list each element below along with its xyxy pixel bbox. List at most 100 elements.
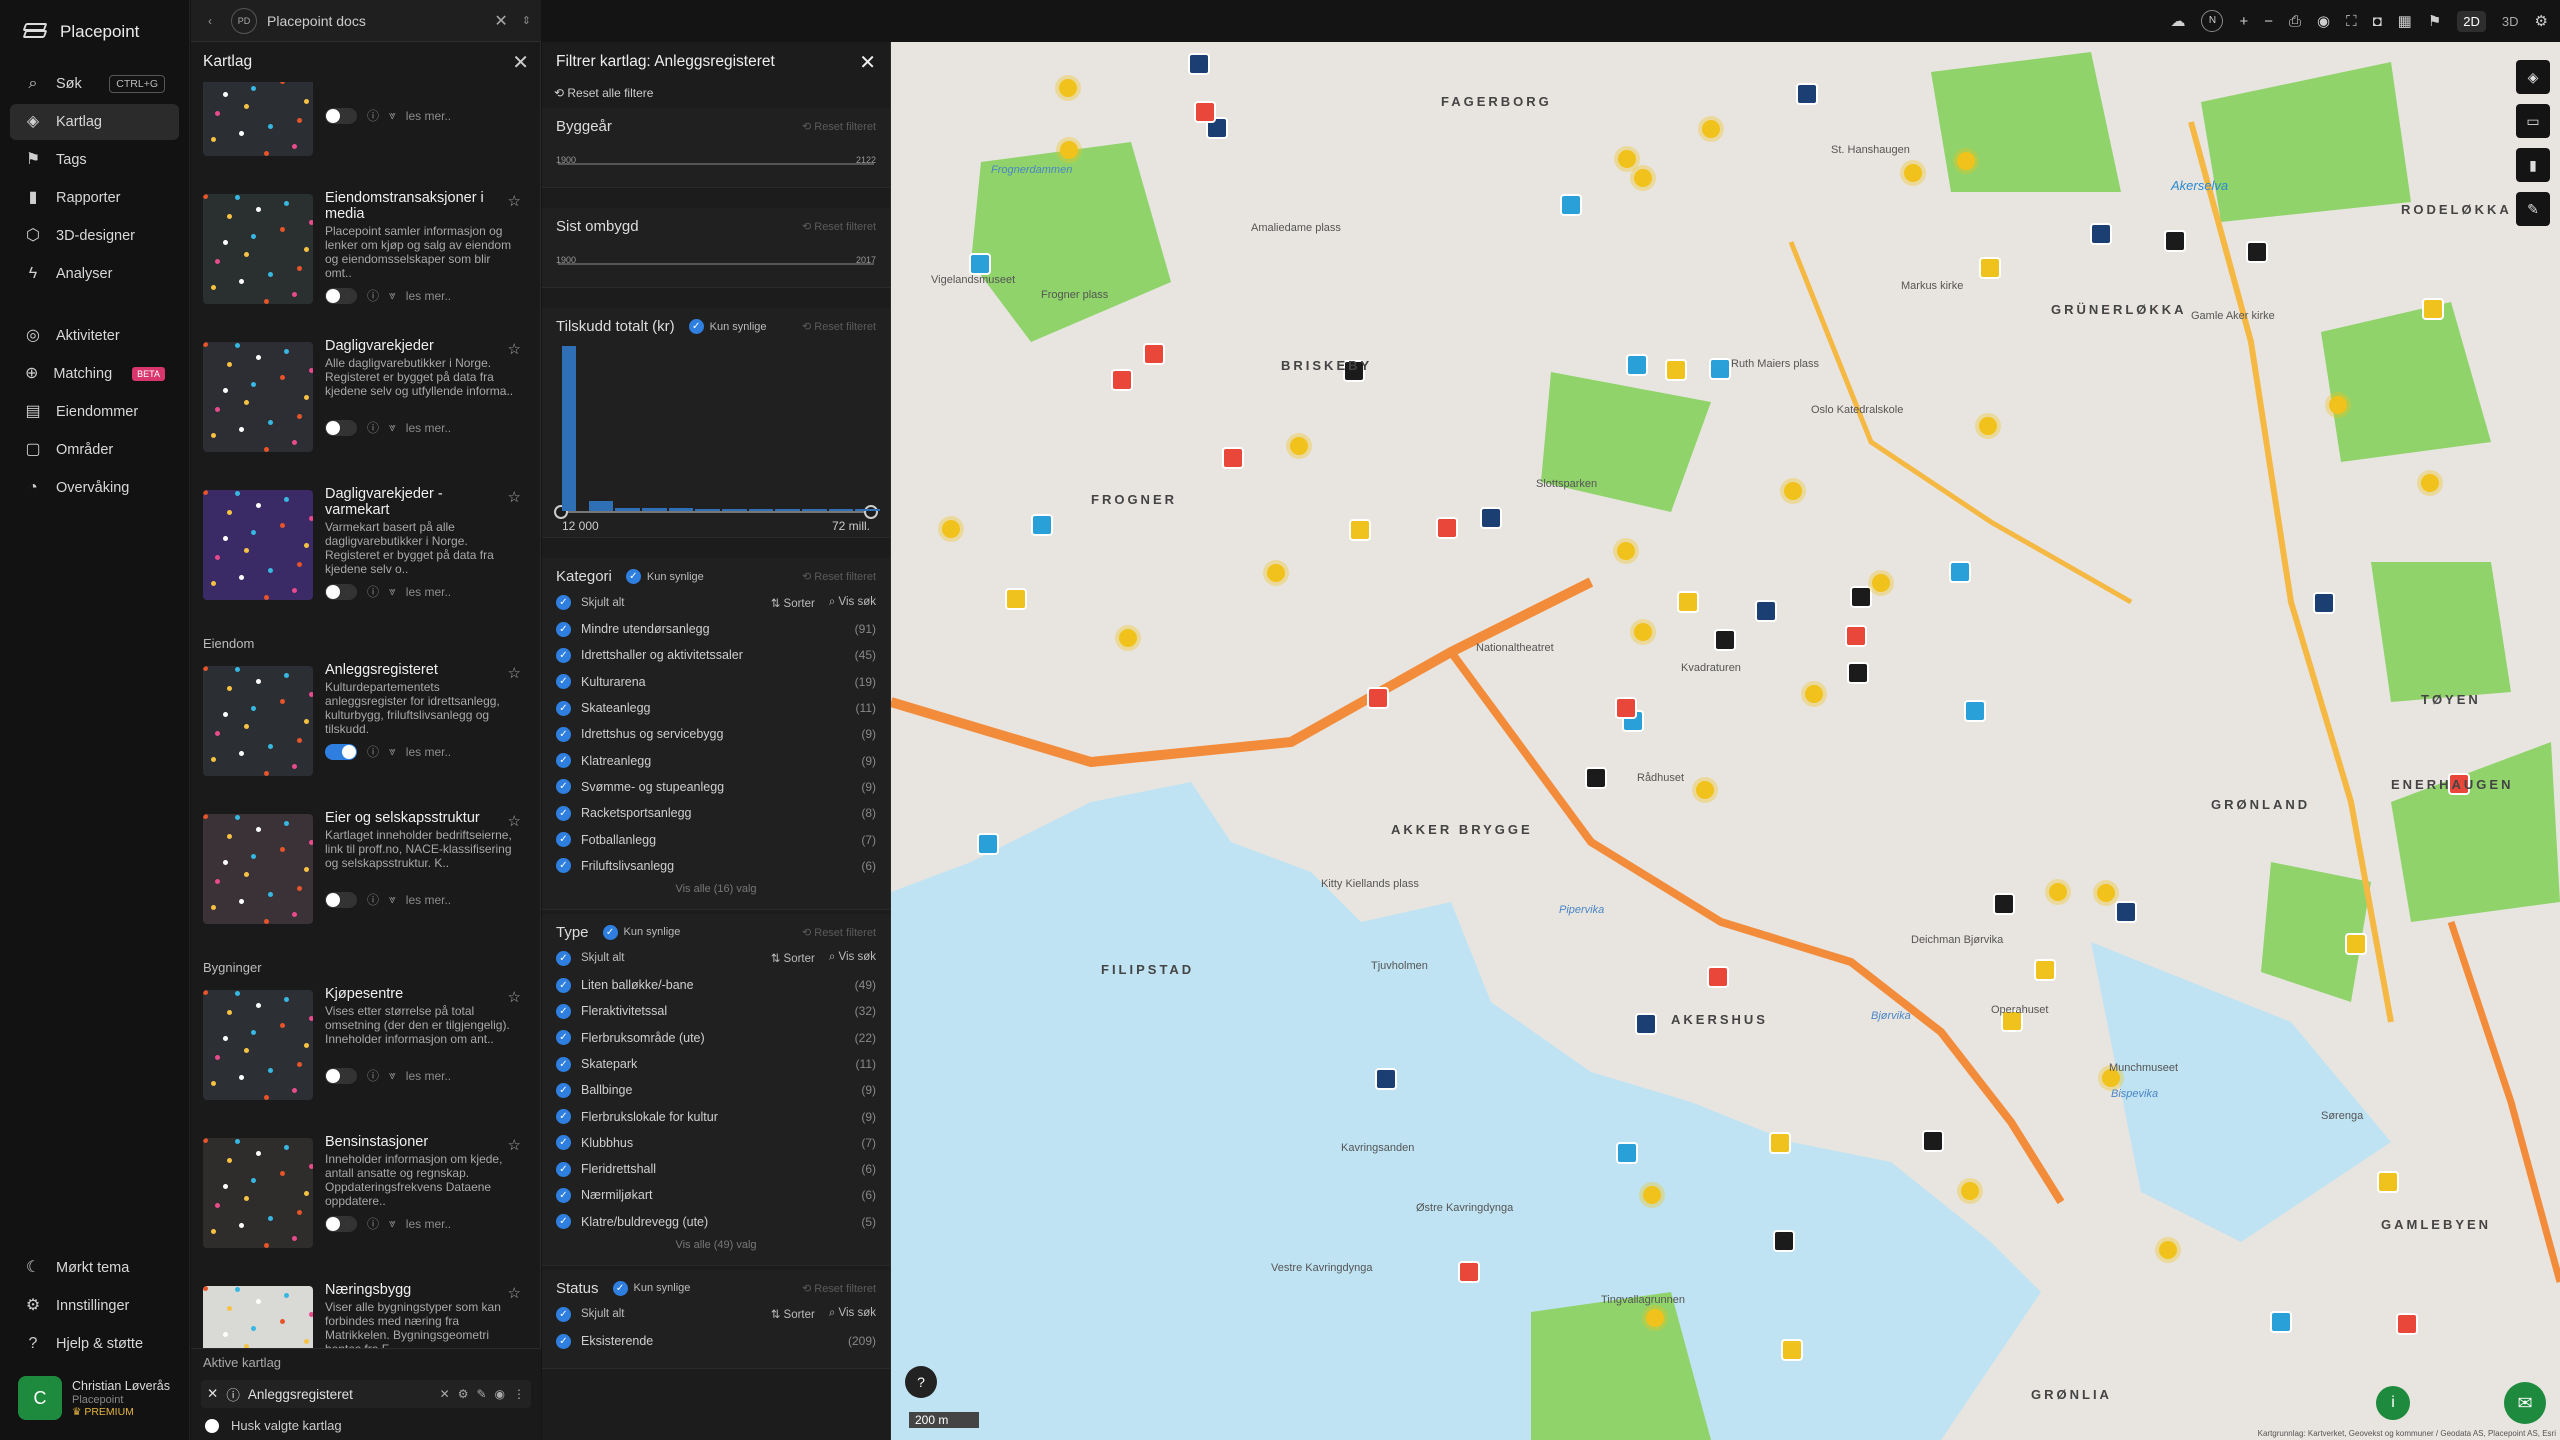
map-tool-chart-icon[interactable]: ▮ xyxy=(2516,148,2550,182)
camera-icon[interactable]: ◘ xyxy=(2373,13,2382,30)
layer-card[interactable]: Næringsbygg Viser alle bygningstyper som … xyxy=(191,1282,541,1348)
option-check[interactable]: ✓ xyxy=(556,1214,571,1230)
read-more-link[interactable]: les mer.. xyxy=(406,1217,451,1231)
filter-icon[interactable]: ⩔ xyxy=(389,108,396,123)
filter-option[interactable]: ✓ Racketsportsanlegg (8) xyxy=(556,800,876,826)
layer-toggle[interactable] xyxy=(325,891,357,908)
option-check[interactable]: ✓ xyxy=(556,700,571,716)
map-tool-measure-icon[interactable]: ▭ xyxy=(2516,104,2550,138)
layer-toggle[interactable] xyxy=(325,583,357,600)
facility-marker-icon[interactable] xyxy=(1005,587,1028,610)
facility-marker-icon[interactable] xyxy=(1111,369,1134,392)
read-more-link[interactable]: les mer.. xyxy=(406,1069,451,1083)
facility-marker-icon[interactable] xyxy=(1714,629,1737,652)
facility-marker-icon[interactable] xyxy=(1626,354,1649,377)
chat-icon[interactable]: ✉ xyxy=(2504,1382,2546,1424)
remember-toggle[interactable] xyxy=(205,1418,219,1433)
reset-filter-button[interactable]: ⟲ Reset filteret xyxy=(802,570,876,583)
option-check[interactable]: ✓ xyxy=(556,832,571,848)
option-check[interactable]: ✓ xyxy=(556,647,571,663)
facility-marker-icon[interactable] xyxy=(1963,700,1986,723)
ombygd-slider[interactable]: 1900 2017 xyxy=(556,245,876,273)
star-icon[interactable]: ☆ xyxy=(508,1284,521,1302)
nav-item-områder[interactable]: ▢ Områder xyxy=(10,432,179,468)
info-icon[interactable]: ⓘ xyxy=(367,1215,379,1232)
nav-item-rapporter[interactable]: ▮ Rapporter xyxy=(10,180,179,216)
nav-item-innstillinger[interactable]: ⚙ Innstillinger xyxy=(10,1288,180,1324)
facility-marker-icon[interactable] xyxy=(2376,1170,2399,1193)
read-more-link[interactable]: les mer.. xyxy=(406,585,451,599)
facility-marker-icon[interactable] xyxy=(1221,447,1244,470)
facility-marker-icon[interactable] xyxy=(2164,229,2187,252)
facility-marker-icon[interactable] xyxy=(2246,241,2269,264)
nav-item-søk[interactable]: ⌕ Søk CTRL+G xyxy=(10,66,179,102)
option-check[interactable]: ✓ xyxy=(556,753,571,769)
remove-icon[interactable]: ✕ xyxy=(440,1387,450,1401)
range-max-handle[interactable] xyxy=(864,505,878,519)
option-check[interactable]: ✓ xyxy=(556,1161,571,1177)
help-icon[interactable]: ? xyxy=(905,1366,937,1398)
filter-option[interactable]: ✓ Flerbrukslokale for kultur (9) xyxy=(556,1103,876,1129)
layer-card[interactable]: Dagligvarekjeder Alle dagligvarebutikker … xyxy=(191,338,541,486)
facility-marker-icon[interactable] xyxy=(977,832,1000,855)
print-icon[interactable]: ⎙ xyxy=(2289,13,2301,30)
nav-item-3d-designer[interactable]: ⬡ 3D-designer xyxy=(10,218,179,254)
facility-marker-icon[interactable] xyxy=(1665,358,1688,381)
close-layers-icon[interactable]: ✕ xyxy=(512,50,529,75)
option-check[interactable]: ✓ xyxy=(556,1333,571,1349)
option-check[interactable]: ✓ xyxy=(556,1030,571,1046)
read-more-link[interactable]: les mer.. xyxy=(406,109,451,123)
show-search-button[interactable]: ⌕ Vis søk xyxy=(829,951,876,965)
facility-marker-icon[interactable] xyxy=(1979,257,2002,280)
layer-card[interactable]: Eier og selskapsstruktur Kartlaget inneho… xyxy=(191,810,541,958)
facility-marker-icon[interactable] xyxy=(1194,100,1217,123)
info-icon[interactable]: ⓘ xyxy=(367,287,379,304)
info-icon[interactable]: ⓘ xyxy=(367,743,379,760)
facility-marker-icon[interactable] xyxy=(1143,343,1166,366)
facility-marker-icon[interactable] xyxy=(1773,1229,1796,1252)
option-check[interactable]: ✓ xyxy=(556,1003,571,1019)
only-visible-check[interactable]: ✓ xyxy=(625,569,641,584)
sun-marker-icon[interactable] xyxy=(1701,119,1720,138)
tilskudd-histogram[interactable]: 12 000 72 mill. xyxy=(554,343,880,533)
option-check[interactable]: ✓ xyxy=(556,858,571,874)
facility-marker-icon[interactable] xyxy=(2313,592,2336,615)
facility-marker-icon[interactable] xyxy=(1921,1130,1944,1153)
option-check[interactable]: ✓ xyxy=(556,726,571,742)
remember-layers[interactable]: Husk valgte kartlag xyxy=(191,1412,541,1439)
read-more-link[interactable]: les mer.. xyxy=(406,893,451,907)
facility-marker-icon[interactable] xyxy=(1635,1012,1658,1035)
show-search-button[interactable]: ⌕ Vis søk xyxy=(829,596,876,610)
sun-marker-icon[interactable] xyxy=(1871,574,1890,593)
filter-icon[interactable]: ⩔ xyxy=(389,744,396,759)
layer-toggle[interactable] xyxy=(325,1067,357,1084)
filter-option[interactable]: ✓ Eksisterende (209) xyxy=(556,1328,876,1354)
facility-marker-icon[interactable] xyxy=(1374,1067,1397,1090)
hide-all-check[interactable]: ✓ xyxy=(556,950,571,966)
nav-item-analyser[interactable]: ϟ Analyser xyxy=(10,256,179,292)
facility-marker-icon[interactable] xyxy=(1435,516,1458,539)
filter-option[interactable]: ✓ Ballbinge (9) xyxy=(556,1077,876,1103)
facility-marker-icon[interactable] xyxy=(1754,600,1777,623)
grid-icon[interactable]: ▦ xyxy=(2398,12,2412,30)
zoom-out-icon[interactable]: − xyxy=(2264,13,2273,30)
sun-marker-icon[interactable] xyxy=(1290,436,1309,455)
option-check[interactable]: ✓ xyxy=(556,1056,571,1072)
facility-marker-icon[interactable] xyxy=(1614,696,1637,719)
facility-marker-icon[interactable] xyxy=(1187,53,1210,76)
filter-icon[interactable]: ⩔ xyxy=(389,892,396,907)
reset-all-button[interactable]: ⟲ Reset alle filtere xyxy=(542,82,890,108)
filter-icon[interactable]: ⩔ xyxy=(389,1068,396,1083)
facility-marker-icon[interactable] xyxy=(1708,357,1731,380)
sun-marker-icon[interactable] xyxy=(1616,542,1635,561)
facility-marker-icon[interactable] xyxy=(1348,519,1371,542)
reset-filter-button[interactable]: ⟲ Reset filteret xyxy=(802,1282,876,1295)
sun-marker-icon[interactable] xyxy=(1058,79,1077,98)
facility-marker-icon[interactable] xyxy=(1993,892,2016,915)
filter-icon[interactable]: ⩔ xyxy=(389,420,396,435)
nav-item-overvåking[interactable]: ◔ Overvåking xyxy=(10,470,179,506)
facility-marker-icon[interactable] xyxy=(1796,83,1819,106)
facility-marker-icon[interactable] xyxy=(1768,1131,1791,1154)
layer-toggle[interactable] xyxy=(325,419,357,436)
filter-option[interactable]: ✓ Klatreanlegg (9) xyxy=(556,747,876,773)
